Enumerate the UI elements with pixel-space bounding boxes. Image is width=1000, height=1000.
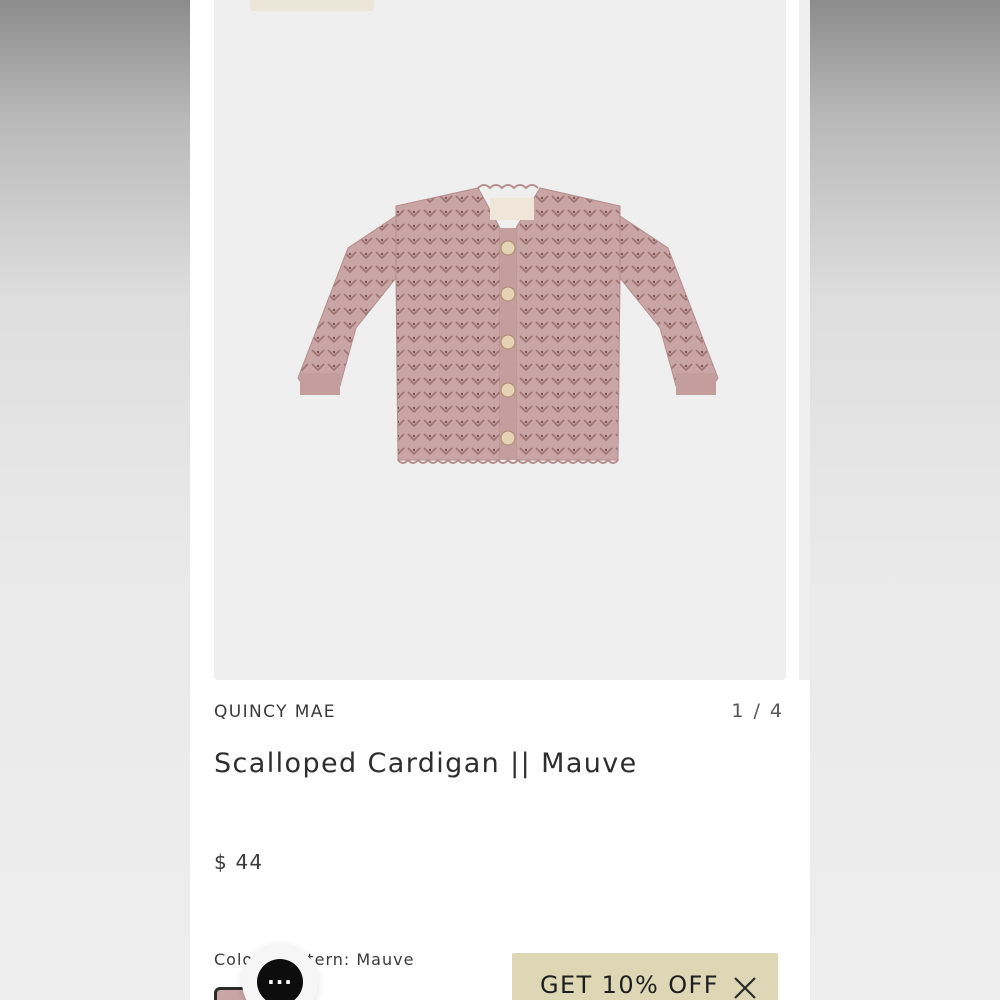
- product-price: $ 44: [214, 850, 264, 874]
- background-blur-right: [810, 0, 1000, 1000]
- chat-dots-icon: ···: [257, 959, 303, 1000]
- product-badge: [250, 0, 374, 11]
- product-brand[interactable]: QUINCY MAE: [214, 702, 336, 722]
- product-image-cardigan: [297, 184, 719, 464]
- product-page: QUINCY MAE 1 / 4 Scalloped Cardigan || M…: [190, 0, 810, 1000]
- background-blur-left: [0, 0, 190, 1000]
- close-icon[interactable]: [732, 975, 758, 1000]
- promo-label[interactable]: GET 10% OFF: [540, 971, 719, 999]
- product-title: Scalloped Cardigan || Mauve: [214, 748, 638, 779]
- next-image-peek[interactable]: [799, 0, 810, 680]
- promo-banner[interactable]: GET 10% OFF: [512, 953, 778, 1000]
- image-counter: 1 / 4: [731, 700, 784, 722]
- product-image-card[interactable]: [214, 0, 786, 680]
